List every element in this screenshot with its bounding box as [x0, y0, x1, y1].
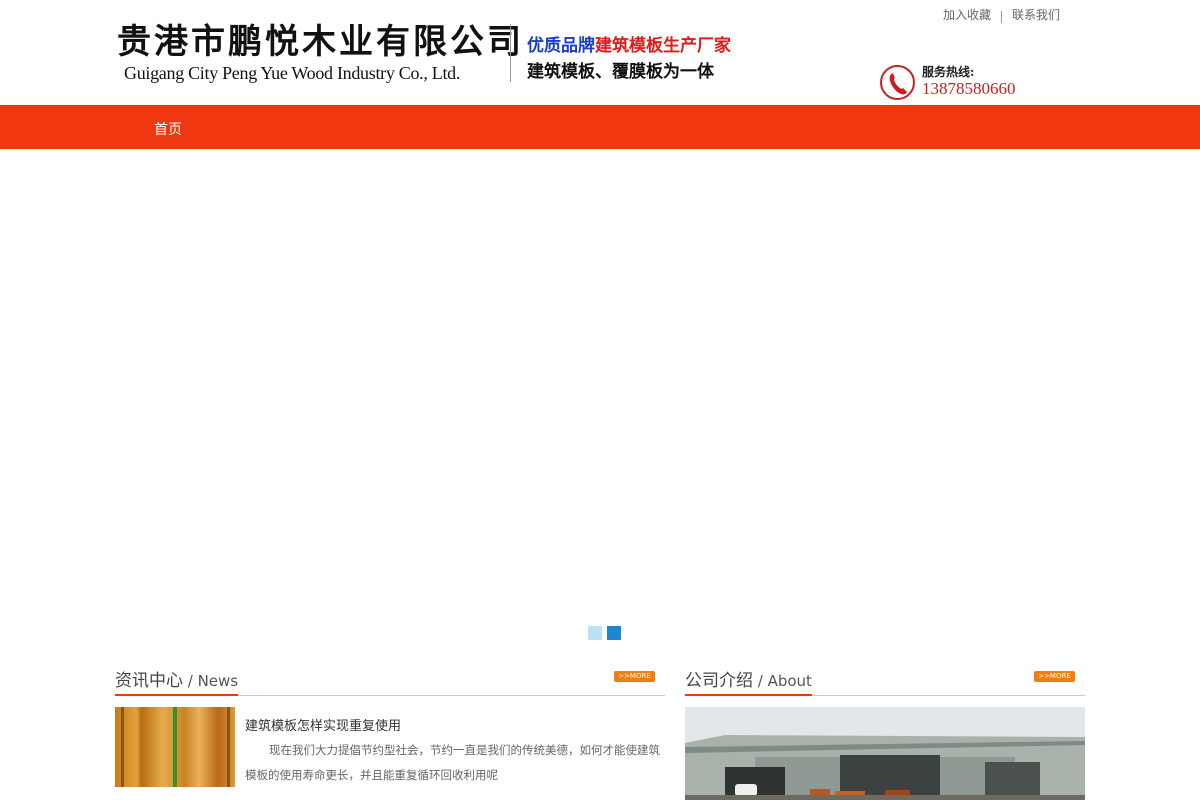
slogan-brand: 优质品牌: [527, 36, 595, 56]
about-header: 公司介绍 / About >>MORE: [685, 665, 1085, 696]
news-more-button[interactable]: >>MORE: [614, 671, 655, 682]
phone-icon: [880, 65, 915, 100]
logo[interactable]: 贵港市鹏悦木业有限公司 Guigang City Peng Yue Wood I…: [117, 22, 524, 84]
top-links: 加入收藏 联系我们: [943, 6, 1060, 23]
thumb-edge-left: [121, 707, 124, 787]
about-title-cn: 公司介绍: [685, 671, 753, 691]
about-title-en: / About: [753, 672, 812, 690]
logo-english-name: Guigang City Peng Yue Wood Industry Co.,…: [124, 63, 461, 83]
add-favorite-link[interactable]: 加入收藏: [943, 8, 991, 22]
factory-illustration: [685, 707, 1085, 800]
thumb-edge-right: [227, 707, 230, 787]
site-header: 贵港市鹏悦木业有限公司 Guigang City Peng Yue Wood I…: [0, 0, 1200, 104]
nav-item-home[interactable]: 首页: [154, 119, 182, 139]
logo-chinese-name: 贵港市鹏悦木业有限公司: [117, 22, 524, 62]
news-title-cn: 资讯中心: [115, 671, 183, 691]
hotline-number: 13878580660: [922, 79, 1016, 98]
news-section: 资讯中心 / News >>MORE 建筑模板怎样实现重复使用 现在我们大力提倡…: [115, 665, 665, 787]
news-item-desc: 现在我们大力提倡节约型社会，节约一直是我们的传统美德，如何才能使建筑模板的使用寿…: [245, 743, 660, 782]
news-title: 资讯中心 / News: [115, 665, 239, 696]
about-more-button[interactable]: >>MORE: [1034, 671, 1075, 682]
news-thumbnail[interactable]: [115, 707, 235, 787]
about-section: 公司介绍 / About >>MORE: [685, 665, 1085, 800]
slogan-products: 建筑模板、覆膜板为一体: [527, 62, 714, 82]
news-title-en: / News: [183, 672, 239, 690]
about-image[interactable]: [685, 707, 1085, 800]
contact-us-link[interactable]: 联系我们: [1012, 8, 1060, 22]
banner-slider[interactable]: [0, 149, 1200, 647]
thumb-stripe: [173, 707, 177, 787]
slogan-manufacturer: 建筑模板生产厂家: [595, 36, 731, 56]
news-header: 资讯中心 / News >>MORE: [115, 665, 665, 696]
slogan: 优质品牌建筑模板生产厂家 建筑模板、覆膜板为一体: [527, 33, 731, 85]
hotline-label: 服务热线:: [922, 65, 975, 79]
link-divider: [1001, 11, 1003, 23]
slider-dot-2[interactable]: [607, 626, 621, 640]
slider-dot-1[interactable]: [588, 626, 602, 640]
news-item-title[interactable]: 建筑模板怎样实现重复使用: [245, 715, 401, 734]
slider-dots: [588, 625, 626, 644]
about-title: 公司介绍 / About: [685, 665, 812, 696]
logo-divider: [510, 24, 511, 82]
